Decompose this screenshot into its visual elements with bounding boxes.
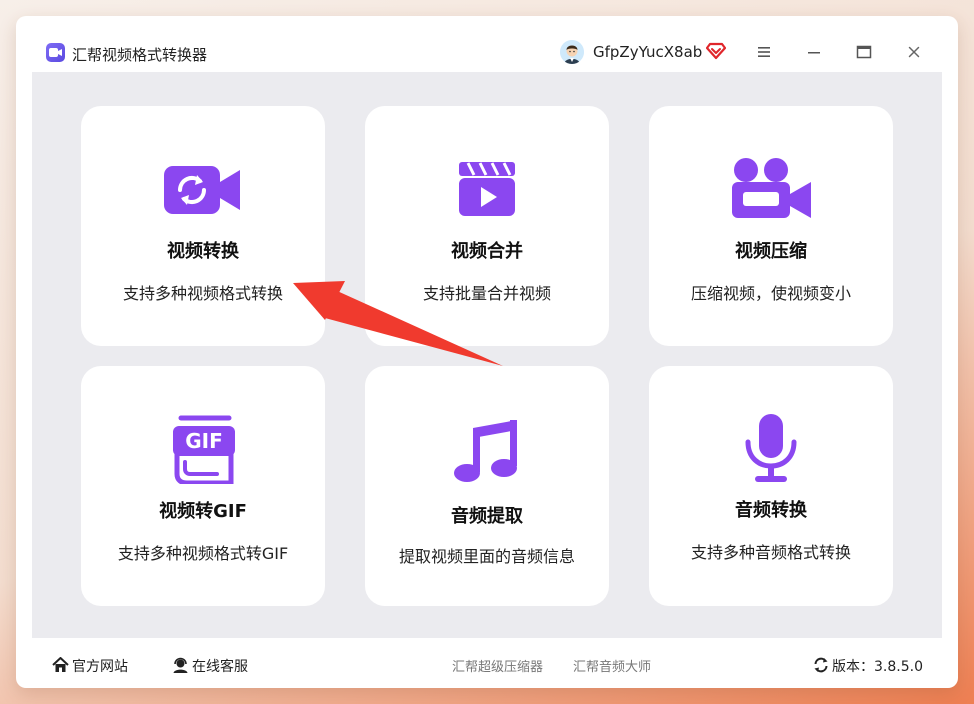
official-site-link[interactable]: 官方网站	[52, 656, 128, 677]
card-desc: 提取视频里面的音频信息	[398, 547, 575, 566]
card-desc: 支持批量合并视频	[422, 284, 551, 303]
card-title: 视频转GIF	[159, 501, 247, 522]
card-desc: 支持多种视频格式转换	[122, 284, 283, 303]
card-title: 视频转换	[167, 241, 239, 262]
app-title: 汇帮视频格式转换器	[72, 46, 208, 64]
version-label: 版本：3.8.5.0	[832, 659, 923, 675]
username[interactable]: GfpZyYucX8ab	[593, 43, 702, 61]
card-video-convert[interactable]: 视频转换 支持多种视频格式转换	[81, 106, 325, 346]
movie-camera-icon	[649, 106, 893, 256]
card-desc: 支持多种音频格式转换	[690, 543, 851, 562]
official-site-label: 官方网站	[72, 659, 128, 675]
function-grid: 视频转换 支持多种视频格式转换 视频合并 支持批量合并视频 视频压缩 压缩视频，…	[32, 72, 942, 638]
maximize-icon[interactable]	[854, 42, 874, 62]
music-note-icon	[365, 366, 609, 516]
card-desc: 压缩视频，使视频变小	[690, 284, 851, 303]
microphone-icon	[649, 366, 893, 516]
menu-icon[interactable]	[754, 42, 774, 62]
customer-service-icon	[172, 657, 189, 677]
card-audio-convert[interactable]: 音频转换 支持多种音频格式转换	[649, 366, 893, 606]
card-audio-extract[interactable]: 音频提取 提取视频里面的音频信息	[365, 366, 609, 606]
app-logo-icon	[46, 43, 65, 62]
footer-link-compressor[interactable]: 汇帮超级压缩器	[452, 656, 543, 675]
clapperboard-icon	[365, 106, 609, 256]
app-window: 汇帮视频格式转换器 GfpZyYucX8ab 视频转换 支持多种视频格式转换 视…	[16, 16, 958, 688]
title-bar: 汇帮视频格式转换器 GfpZyYucX8ab	[16, 16, 958, 72]
footer-bar: 官方网站 在线客服 汇帮超级压缩器 汇帮音频大师 版本：3.8.5.0	[16, 638, 958, 688]
close-icon[interactable]	[904, 42, 924, 62]
card-title: 音频提取	[451, 506, 523, 527]
online-service-label: 在线客服	[192, 659, 248, 675]
card-title: 视频压缩	[735, 241, 807, 262]
video-convert-icon	[81, 106, 325, 256]
home-icon	[52, 657, 69, 677]
footer-link-audio-master[interactable]: 汇帮音频大师	[573, 656, 651, 675]
vip-diamond-icon[interactable]	[705, 42, 727, 64]
refresh-icon	[813, 657, 829, 677]
card-video-compress[interactable]: 视频压缩 压缩视频，使视频变小	[649, 106, 893, 346]
gif-icon-label: GIF	[185, 429, 223, 453]
card-title: 音频转换	[735, 500, 807, 521]
gif-file-icon: GIF	[81, 366, 325, 516]
minimize-icon[interactable]	[804, 42, 824, 62]
card-title: 视频合并	[451, 241, 523, 262]
avatar[interactable]	[560, 40, 584, 64]
online-service-link[interactable]: 在线客服	[172, 656, 248, 677]
card-desc: 支持多种视频格式转GIF	[117, 544, 289, 563]
version-check[interactable]: 版本：3.8.5.0	[813, 656, 923, 677]
card-video-merge[interactable]: 视频合并 支持批量合并视频	[365, 106, 609, 346]
card-video-to-gif[interactable]: GIF 视频转GIF 支持多种视频格式转GIF	[81, 366, 325, 606]
